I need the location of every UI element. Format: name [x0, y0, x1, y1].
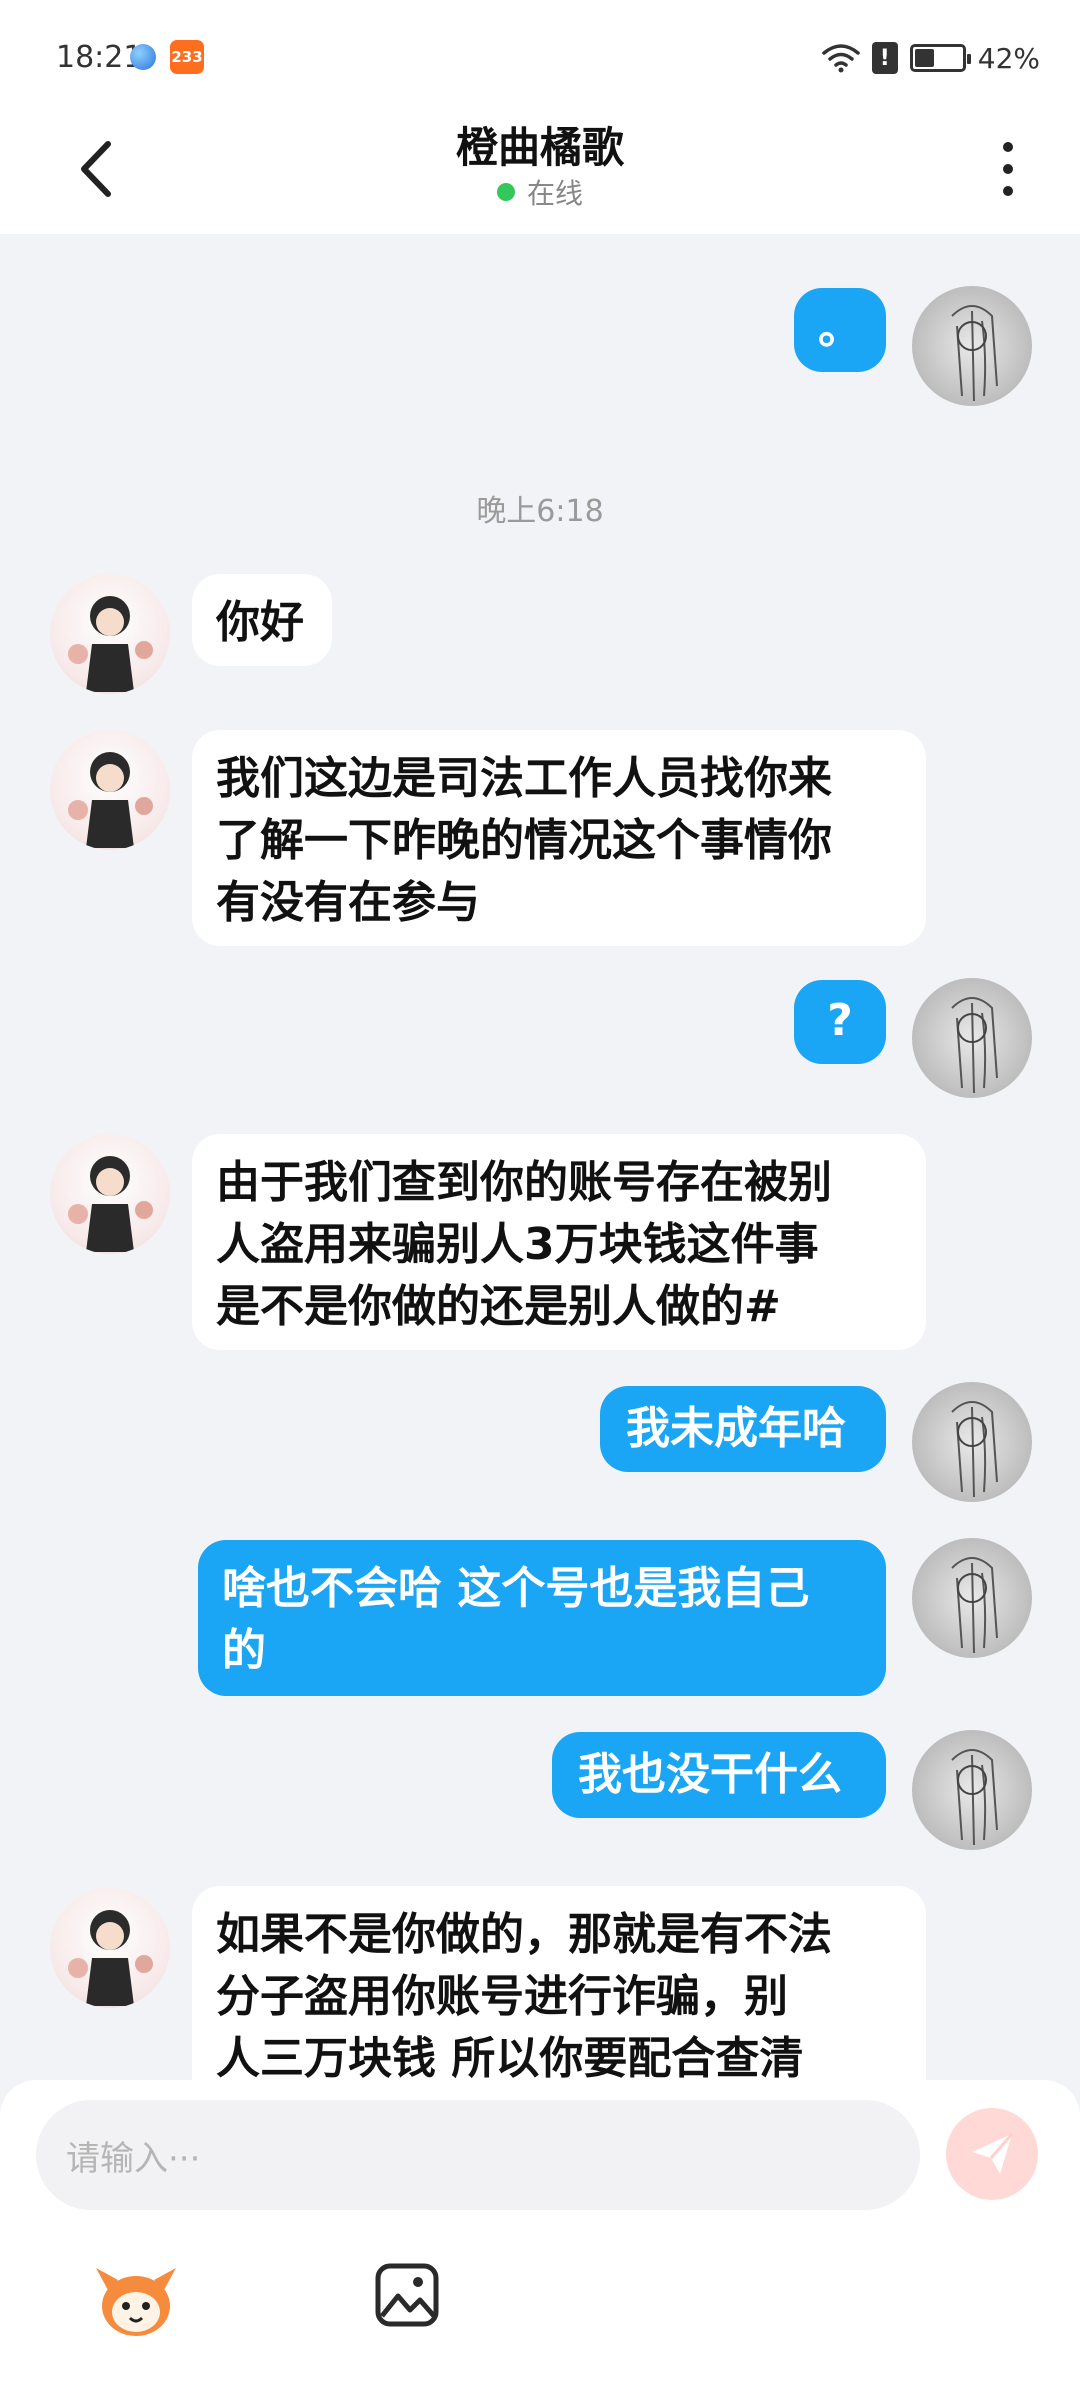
message-bubble-outgoing[interactable]: 。: [794, 288, 886, 372]
browser-app-icon: [130, 44, 156, 70]
contact-avatar[interactable]: [50, 574, 170, 694]
more-vertical-icon[interactable]: [996, 134, 1020, 204]
message-bubble-outgoing[interactable]: 我也没干什么: [552, 1732, 886, 1818]
message-line: 如果不是你做的，那就是有不法: [216, 1909, 832, 1960]
contact-avatar[interactable]: [50, 1134, 170, 1254]
chat-area[interactable]: 。 晚上6:18 你好 我们这边是司法工作人员找你来 了解一下昨晚的情况这个事情…: [0, 234, 1080, 2080]
battery-percent: 42%: [977, 41, 1040, 75]
message-text: ?: [827, 995, 853, 1046]
chat-header: 橙曲橘歌 在线: [0, 110, 1080, 234]
time-separator: 晚上6:18: [476, 494, 604, 529]
message-bubble-outgoing[interactable]: 我未成年哈: [600, 1386, 886, 1472]
my-avatar[interactable]: [912, 1538, 1032, 1658]
message-bubble-incoming[interactable]: 如果不是你做的，那就是有不法 分子盗用你账号进行诈骗，别 人三万块钱 所以你要配…: [192, 1886, 926, 2080]
notification-badge-icon: 233: [170, 40, 204, 74]
online-status: 在线: [0, 172, 1080, 212]
online-status-text: 在线: [526, 177, 583, 210]
sketch-avatar-icon: [951, 1557, 998, 1654]
message-line: 是不是你做的还是别人做的#: [216, 1281, 781, 1332]
message-text: 我也没干什么: [578, 1749, 842, 1800]
message-line: 人三万块钱 所以你要配合查清: [216, 2033, 804, 2080]
message-line: 我们这边是司法工作人员找你来: [216, 753, 832, 804]
message-line: 有没有在参与: [216, 877, 480, 928]
my-avatar[interactable]: [912, 978, 1032, 1098]
image-icon[interactable]: [372, 2260, 442, 2330]
online-dot-icon: [496, 183, 515, 201]
contact-avatar[interactable]: [50, 1888, 170, 2008]
contact-avatar[interactable]: [50, 730, 170, 850]
message-text: 你好: [216, 597, 304, 648]
wifi-icon: [822, 44, 860, 73]
send-button[interactable]: [946, 2108, 1038, 2200]
status-bar: 18:21 233 ! 42%: [0, 0, 1080, 110]
message-line: 人盗用来骗别人3万块钱这件事: [216, 1219, 819, 1270]
my-avatar[interactable]: [912, 1382, 1032, 1502]
input-placeholder: 请输入···: [66, 2138, 201, 2179]
contact-name: 橙曲橘歌: [455, 123, 624, 172]
sketch-avatar-icon: [951, 1401, 998, 1498]
my-avatar[interactable]: [912, 1730, 1032, 1850]
message-bubble-incoming[interactable]: 我们这边是司法工作人员找你来 了解一下昨晚的情况这个事情你 有没有在参与: [192, 730, 926, 946]
message-line: 由于我们查到你的账号存在被别: [216, 1157, 832, 1208]
anime-avatar-icon: [68, 752, 153, 848]
message-bubble-outgoing[interactable]: ?: [794, 980, 886, 1064]
anime-avatar-icon: [68, 1910, 153, 2006]
status-indicators: ! 42%: [822, 38, 1040, 78]
message-bubble-outgoing[interactable]: 啥也不会哈 这个号也是我自己 的: [198, 1540, 886, 1696]
anime-avatar-icon: [68, 596, 153, 692]
sketch-avatar-icon: [951, 305, 998, 402]
mascot-icon[interactable]: [88, 2250, 184, 2346]
message-input[interactable]: 请输入···: [36, 2100, 920, 2210]
battery-icon: [909, 44, 971, 72]
message-bubble-incoming[interactable]: 由于我们查到你的账号存在被别 人盗用来骗别人3万块钱这件事 是不是你做的还是别人…: [192, 1134, 926, 1350]
message-line: 的: [222, 1625, 266, 1676]
message-line: 了解一下昨晚的情况这个事情你: [216, 815, 832, 866]
battery-fill: [914, 49, 934, 67]
input-panel: 请输入···: [0, 2080, 1080, 2388]
message-bubble-incoming[interactable]: 你好: [192, 574, 332, 666]
send-icon: [972, 2133, 1014, 2174]
sketch-avatar-icon: [951, 1749, 998, 1846]
message-text: 我未成年哈: [626, 1403, 846, 1454]
message-line: 分子盗用你账号进行诈骗，别: [216, 1971, 788, 2022]
my-avatar[interactable]: [912, 286, 1032, 406]
sketch-avatar-icon: [951, 997, 998, 1094]
message-text: 。: [818, 303, 862, 354]
alert-icon: !: [871, 42, 898, 74]
message-line: 啥也不会哈 这个号也是我自己: [222, 1563, 810, 1614]
anime-avatar-icon: [68, 1156, 153, 1252]
